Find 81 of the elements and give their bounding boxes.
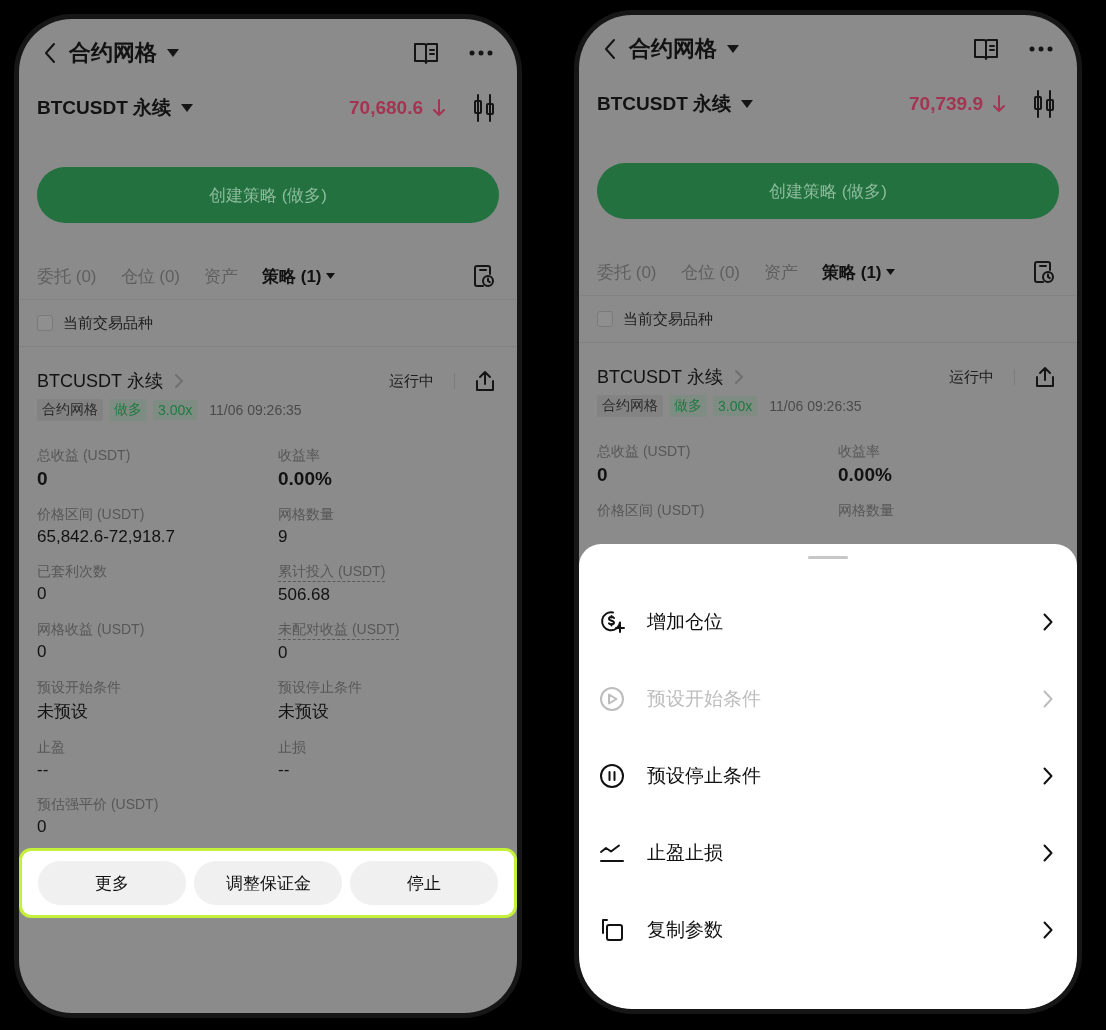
- symbol-selector[interactable]: BTCUSDT 永续: [37, 95, 172, 121]
- stat-value: 0.00%: [838, 464, 892, 486]
- arrow-down-icon: [993, 95, 1005, 113]
- tag: 3.00x: [713, 396, 758, 416]
- stat-value: 0: [597, 464, 608, 486]
- stat-value: 0: [278, 643, 288, 663]
- menu-item[interactable]: 复制参数: [579, 891, 1077, 968]
- history-icon[interactable]: [473, 264, 495, 288]
- action-button[interactable]: 更多: [38, 861, 186, 905]
- checkbox-label: 当前交易品种: [63, 313, 153, 333]
- drag-handle[interactable]: [808, 556, 848, 559]
- copy-icon: [599, 916, 625, 943]
- stat-value: --: [278, 760, 290, 780]
- history-icon[interactable]: [1033, 260, 1055, 284]
- strategy-name[interactable]: BTCUSDT 永续: [37, 369, 163, 393]
- tab[interactable]: 策略 (1): [262, 264, 322, 288]
- timestamp: 11/06 09:26:35: [769, 398, 862, 414]
- timestamp: 11/06 09:26:35: [209, 402, 302, 418]
- play-icon: [599, 685, 625, 712]
- stat-value: 未预设: [37, 701, 88, 723]
- tab[interactable]: 策略 (1): [822, 260, 882, 284]
- page-title[interactable]: 合约网格: [629, 34, 717, 64]
- stat-value: 0: [37, 817, 47, 837]
- chevron-right-icon: [1043, 689, 1053, 708]
- back-icon[interactable]: [603, 38, 617, 60]
- dollar-plus-icon: [599, 608, 625, 635]
- stat-value: 0: [37, 642, 47, 662]
- menu-label: 复制参数: [647, 917, 723, 942]
- caret-icon[interactable]: [741, 100, 754, 108]
- status-text: 运行中: [389, 371, 434, 391]
- book-icon[interactable]: [973, 37, 999, 61]
- menu-item[interactable]: 止盈止损: [579, 814, 1077, 891]
- candlestick-icon[interactable]: [473, 94, 495, 122]
- menu-label: 止盈止损: [647, 840, 723, 865]
- tag: 合约网格: [37, 399, 103, 421]
- stat-value: 未预设: [278, 701, 329, 723]
- menu-item[interactable]: 增加仓位: [579, 583, 1077, 660]
- caret-icon[interactable]: [325, 273, 335, 279]
- action-button[interactable]: 停止: [350, 861, 498, 905]
- stat-value: 65,842.6-72,918.7: [37, 527, 175, 547]
- strategy-name[interactable]: BTCUSDT 永续: [597, 365, 723, 389]
- tag: 做多: [109, 399, 147, 421]
- menu-label: 预设停止条件: [647, 763, 761, 788]
- chevron-right-icon: [1043, 843, 1053, 862]
- status-text: 运行中: [949, 367, 994, 387]
- caret-icon[interactable]: [167, 49, 179, 57]
- stat-value: 506.68: [278, 585, 330, 605]
- more-icon[interactable]: [1029, 46, 1053, 52]
- back-icon[interactable]: [43, 42, 57, 64]
- price-text: 70,680.6: [349, 97, 423, 119]
- pause-icon: [599, 762, 625, 789]
- action-button[interactable]: 调整保证金: [194, 861, 342, 905]
- symbol-selector[interactable]: BTCUSDT 永续: [597, 91, 732, 117]
- tag: 做多: [669, 395, 707, 417]
- tag: 3.00x: [153, 400, 198, 420]
- menu-label: 预设开始条件: [647, 686, 761, 711]
- create-strategy-button[interactable]: 创建策略 (做多): [597, 163, 1059, 219]
- menu-item[interactable]: 预设停止条件: [579, 737, 1077, 814]
- share-icon[interactable]: [475, 370, 495, 392]
- more-icon[interactable]: [469, 50, 493, 56]
- tag: 合约网格: [597, 395, 663, 417]
- arrow-down-icon: [433, 99, 445, 117]
- page-title[interactable]: 合约网格: [69, 38, 157, 68]
- caret-icon[interactable]: [181, 104, 194, 112]
- chevron-right-icon: [1043, 920, 1053, 939]
- share-icon[interactable]: [1035, 366, 1055, 388]
- book-icon[interactable]: [413, 41, 439, 65]
- stat-value: 0: [37, 584, 47, 604]
- stat-value: 0.00%: [278, 468, 332, 490]
- chevron-right-icon: [1043, 612, 1053, 631]
- stat-value: --: [37, 760, 49, 780]
- candlestick-icon[interactable]: [1033, 90, 1055, 118]
- price-text: 70,739.9: [909, 93, 983, 115]
- create-strategy-button[interactable]: 创建策略 (做多): [37, 167, 499, 223]
- caret-icon[interactable]: [727, 45, 739, 53]
- checkbox-label: 当前交易品种: [623, 309, 713, 329]
- caret-icon[interactable]: [885, 269, 895, 275]
- chevron-right-icon: [1043, 766, 1053, 785]
- stat-value: 9: [278, 527, 288, 547]
- menu-label: 增加仓位: [647, 609, 723, 634]
- stat-value: 0: [37, 468, 48, 490]
